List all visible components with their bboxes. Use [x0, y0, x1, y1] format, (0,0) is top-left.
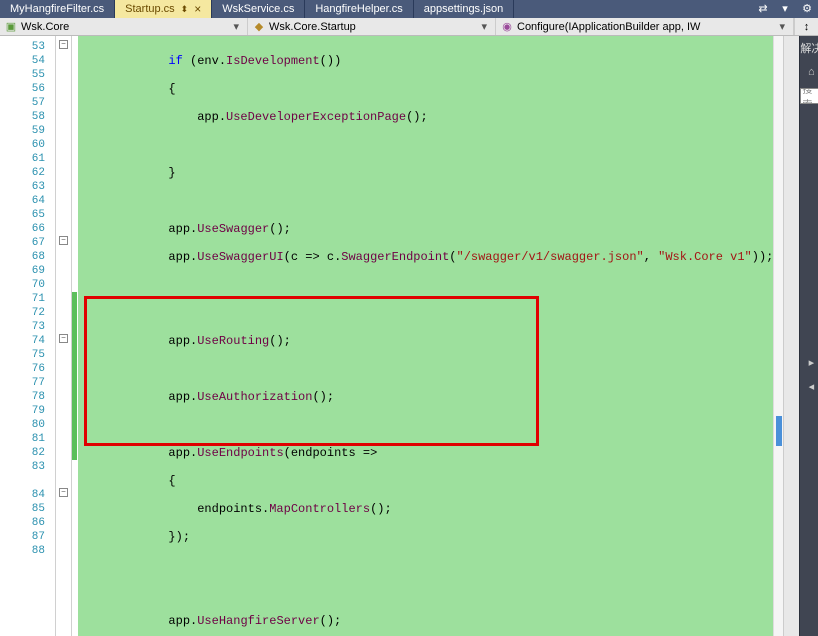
chevron-down-icon: ▾ — [477, 20, 491, 33]
fold-toggle[interactable]: − — [59, 40, 68, 49]
code-area[interactable]: if (env.IsDevelopment()) { app.UseDevelo… — [78, 36, 773, 636]
overflow-icon[interactable]: ⇄ — [752, 0, 774, 18]
pin-icon[interactable]: ⬍ — [181, 4, 189, 15]
chevron-left-icon[interactable]: ◂ — [801, 378, 818, 394]
gear-icon[interactable]: ⚙ — [796, 0, 818, 18]
split-icon[interactable]: ↕ — [794, 18, 818, 35]
vertical-scrollbar[interactable] — [783, 36, 799, 636]
tab-wskservice[interactable]: WskService.cs — [212, 0, 305, 18]
line-gutter: 5354555657585960616263646566676869707172… — [0, 36, 56, 636]
code-editor[interactable]: 5354555657585960616263646566676869707172… — [0, 36, 799, 636]
solution-explorer-collapsed: 解决 ⌂ 搜索 ▸ ◂ — [799, 36, 818, 636]
panel-title[interactable]: 解决 — [800, 40, 818, 56]
home-icon[interactable]: ⌂ — [801, 64, 818, 80]
tab-appsettings[interactable]: appsettings.json — [414, 0, 515, 18]
fold-toggle[interactable]: − — [59, 488, 68, 497]
tab-bar: MyHangfireFilter.cs Startup.cs⬍× WskServ… — [0, 0, 818, 18]
chevron-right-icon[interactable]: ▸ — [801, 354, 818, 370]
dropdown-icon[interactable]: ▾ — [774, 0, 796, 18]
breadcrumb-namespace[interactable]: ◆ Wsk.Core.Startup ▾ — [248, 18, 496, 35]
fold-toggle[interactable]: − — [59, 334, 68, 343]
chevron-down-icon: ▾ — [229, 20, 243, 33]
fold-toggle[interactable]: − — [59, 236, 68, 245]
method-icon: ◉ — [500, 20, 514, 34]
tab-myhangfirefilter[interactable]: MyHangfireFilter.cs — [0, 0, 115, 18]
class-icon: ◆ — [252, 20, 266, 34]
breadcrumb-method[interactable]: ◉ Configure(IApplicationBuilder app, IW … — [496, 18, 794, 35]
csharp-icon: ▣ — [4, 20, 18, 34]
close-icon[interactable]: × — [194, 2, 201, 16]
outline-column[interactable]: − − − − — [56, 36, 72, 636]
breadcrumb-project[interactable]: ▣ Wsk.Core ▾ — [0, 18, 248, 35]
chevron-down-icon: ▾ — [775, 20, 789, 33]
search-input[interactable]: 搜索 — [800, 88, 818, 104]
tab-startup[interactable]: Startup.cs⬍× — [115, 0, 212, 18]
tab-hangfirehelper[interactable]: HangfireHelper.cs — [305, 0, 413, 18]
breadcrumb: ▣ Wsk.Core ▾ ◆ Wsk.Core.Startup ▾ ◉ Conf… — [0, 18, 818, 36]
minimap[interactable] — [773, 36, 783, 636]
